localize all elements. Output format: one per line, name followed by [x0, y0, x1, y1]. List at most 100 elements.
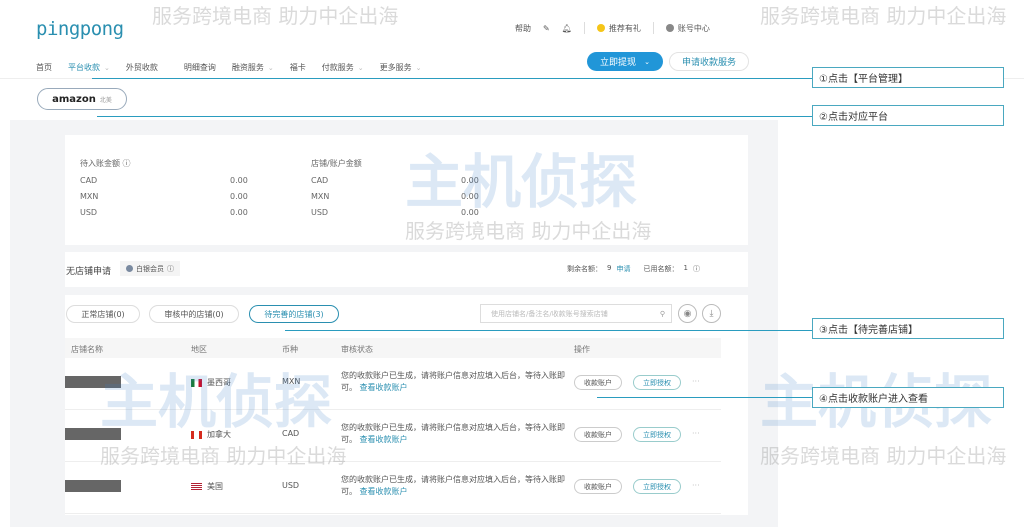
currency-label: USD	[311, 208, 329, 217]
col-region: 地区	[191, 345, 207, 354]
view-account-link[interactable]: 查看收款账户	[360, 487, 408, 496]
search-placeholder: 使用店铺名/备注名/收款账号搜索店铺	[491, 309, 608, 318]
more-icon[interactable]: ···	[692, 377, 700, 386]
status-cell: 您的收款账户已生成，请将账户信息对应填入后台，等待入账即可。 查看收款账户	[341, 474, 566, 498]
region-cell: 美国	[191, 481, 223, 492]
member-badge: 白银会员 ⓘ	[120, 261, 180, 276]
annotation-2: ②点击对应平台	[812, 105, 1004, 126]
status-cell: 您的收款账户已生成，请将账户信息对应填入后台，等待入账即可。 查看收款账户	[341, 370, 566, 394]
pending-title: 待入账金额 ⓘ	[80, 158, 131, 169]
user-icon	[665, 24, 674, 32]
chevron-down-icon: ⌄	[357, 64, 364, 72]
more-icon[interactable]: ···	[692, 429, 700, 438]
collection-account-button[interactable]: 收款账户	[574, 427, 622, 442]
currency-label: CAD	[80, 176, 98, 185]
platform-region: 北美	[99, 96, 112, 104]
watermark-brand: 主机侦探	[100, 368, 333, 436]
status-cell: 您的收款账户已生成，请将账户信息对应填入后台，等待入账即可。 查看收款账户	[341, 422, 566, 446]
col-actions: 操作	[574, 345, 590, 354]
eye-icon[interactable]: ◉	[678, 304, 697, 323]
watermark: 服务跨境电商 助力中企出海	[760, 4, 1007, 28]
chevron-down-icon: ⌄	[267, 64, 274, 72]
nav-details[interactable]: 明细查询	[184, 62, 216, 73]
nav-label: 融资服务	[231, 63, 264, 72]
annotation-3: ③点击【待完善店铺】	[812, 318, 1004, 339]
pending-label: 待入账金额	[80, 159, 120, 168]
chevron-down-icon: ⌄	[415, 64, 422, 72]
watermark-brand: 主机侦探	[405, 148, 638, 216]
platform-amazon[interactable]: amazon 北美	[37, 88, 127, 110]
withdraw-label: 立即提现	[600, 58, 637, 68]
pending-amount: 0.00	[230, 208, 248, 217]
nav-more[interactable]: 更多服务 ⌄	[380, 62, 422, 73]
redacted-store-name	[65, 480, 121, 492]
member-icon	[126, 265, 133, 272]
annotation-1: ①点击【平台管理】	[812, 67, 1004, 88]
help-icon[interactable]: ⓘ	[693, 264, 700, 274]
help-icon[interactable]: ⓘ	[167, 264, 174, 274]
help-icon[interactable]: ⓘ	[123, 159, 131, 168]
flag-us-icon	[191, 482, 202, 491]
divider	[652, 22, 654, 34]
referral-label: 推荐有礼	[608, 23, 641, 33]
top-bar: 帮助 ✎ 🔔︎ 推荐有礼 账号中心	[515, 22, 710, 34]
nav-label: 付款服务	[321, 63, 354, 72]
apply-quota-link[interactable]: 申请	[616, 264, 630, 274]
member-label: 白银会员	[136, 264, 164, 273]
watermark: 服务跨境电商 助力中企出海	[760, 444, 1007, 468]
platform-name: amazon	[52, 93, 96, 105]
currency-cell: USD	[282, 481, 300, 490]
pingpong-logo[interactable]: pingpong	[36, 18, 124, 40]
watermark: 服务跨境电商 助力中企出海	[100, 444, 347, 468]
used-value: 1	[683, 264, 688, 272]
quota-info: 剩余名额： 9 申请 已用名额： 1 ⓘ	[567, 264, 700, 274]
nav-platform-collection[interactable]: 平台收款 ⌄	[68, 62, 110, 73]
more-icon[interactable]: ···	[692, 481, 700, 490]
withdraw-button[interactable]: 立即提现 ⌄	[587, 52, 663, 71]
authorize-button[interactable]: 立即授权	[633, 427, 681, 442]
account-label: 账号中心	[677, 23, 710, 33]
store-balance-title: 店铺/账户金额	[311, 159, 362, 168]
annotation-line	[597, 397, 812, 398]
divider	[583, 22, 585, 34]
tab-incomplete-stores[interactable]: 待完善的店铺(3)	[249, 305, 339, 323]
bell-icon[interactable]: 🔔︎	[562, 24, 572, 33]
col-currency: 币种	[282, 345, 298, 354]
col-status: 审核状态	[341, 345, 373, 354]
store-search-input[interactable]: 使用店铺名/备注名/收款账号搜索店铺 ⚲	[480, 304, 672, 323]
used-label: 已用名额：	[643, 265, 679, 273]
account-center-link[interactable]: 账号中心	[665, 23, 710, 34]
apply-collection-button[interactable]: 申请收款服务	[669, 52, 749, 71]
region-name: 美国	[207, 482, 223, 491]
annotation-line	[97, 116, 812, 117]
referral-link[interactable]: 推荐有礼	[596, 23, 641, 34]
tab-normal-stores[interactable]: 正常店铺(0)	[66, 305, 140, 323]
help-link[interactable]: 帮助	[515, 23, 531, 34]
collection-account-button[interactable]: 收款账户	[574, 479, 622, 494]
tab-reviewing-stores[interactable]: 审核中的店铺(0)	[149, 305, 239, 323]
nav-home[interactable]: 首页	[36, 62, 52, 73]
currency-label: MXN	[311, 192, 330, 201]
nav-payment[interactable]: 付款服务 ⌄	[322, 62, 364, 73]
chevron-down-icon: ⌄	[104, 64, 110, 72]
nav-trade-collection[interactable]: 外贸收款	[126, 62, 158, 73]
authorize-button[interactable]: 立即授权	[633, 479, 681, 494]
nav-financing[interactable]: 融资服务 ⌄	[232, 62, 274, 73]
collection-account-button[interactable]: 收款账户	[574, 375, 622, 390]
pending-amount: 0.00	[230, 176, 248, 185]
view-account-link[interactable]: 查看收款账户	[360, 435, 408, 444]
annotation-line	[285, 330, 812, 331]
currency-label: CAD	[311, 176, 329, 185]
authorize-button[interactable]: 立即授权	[633, 375, 681, 390]
store-apply-title: 无店铺申请	[66, 267, 112, 277]
annotation-line	[92, 78, 812, 79]
remaining-label: 剩余名额：	[567, 265, 602, 273]
remaining-value: 9	[607, 264, 612, 272]
nav-card[interactable]: 福卡	[290, 62, 306, 73]
edit-icon[interactable]: ✎	[543, 24, 550, 33]
search-icon[interactable]: ⚲	[660, 310, 665, 318]
currency-label: MXN	[80, 192, 99, 201]
download-icon[interactable]: ⤓	[702, 304, 721, 323]
table-row: 美国 USD 您的收款账户已生成，请将账户信息对应填入后台，等待入账即可。 查看…	[65, 462, 721, 514]
view-account-link[interactable]: 查看收款账户	[360, 383, 408, 392]
